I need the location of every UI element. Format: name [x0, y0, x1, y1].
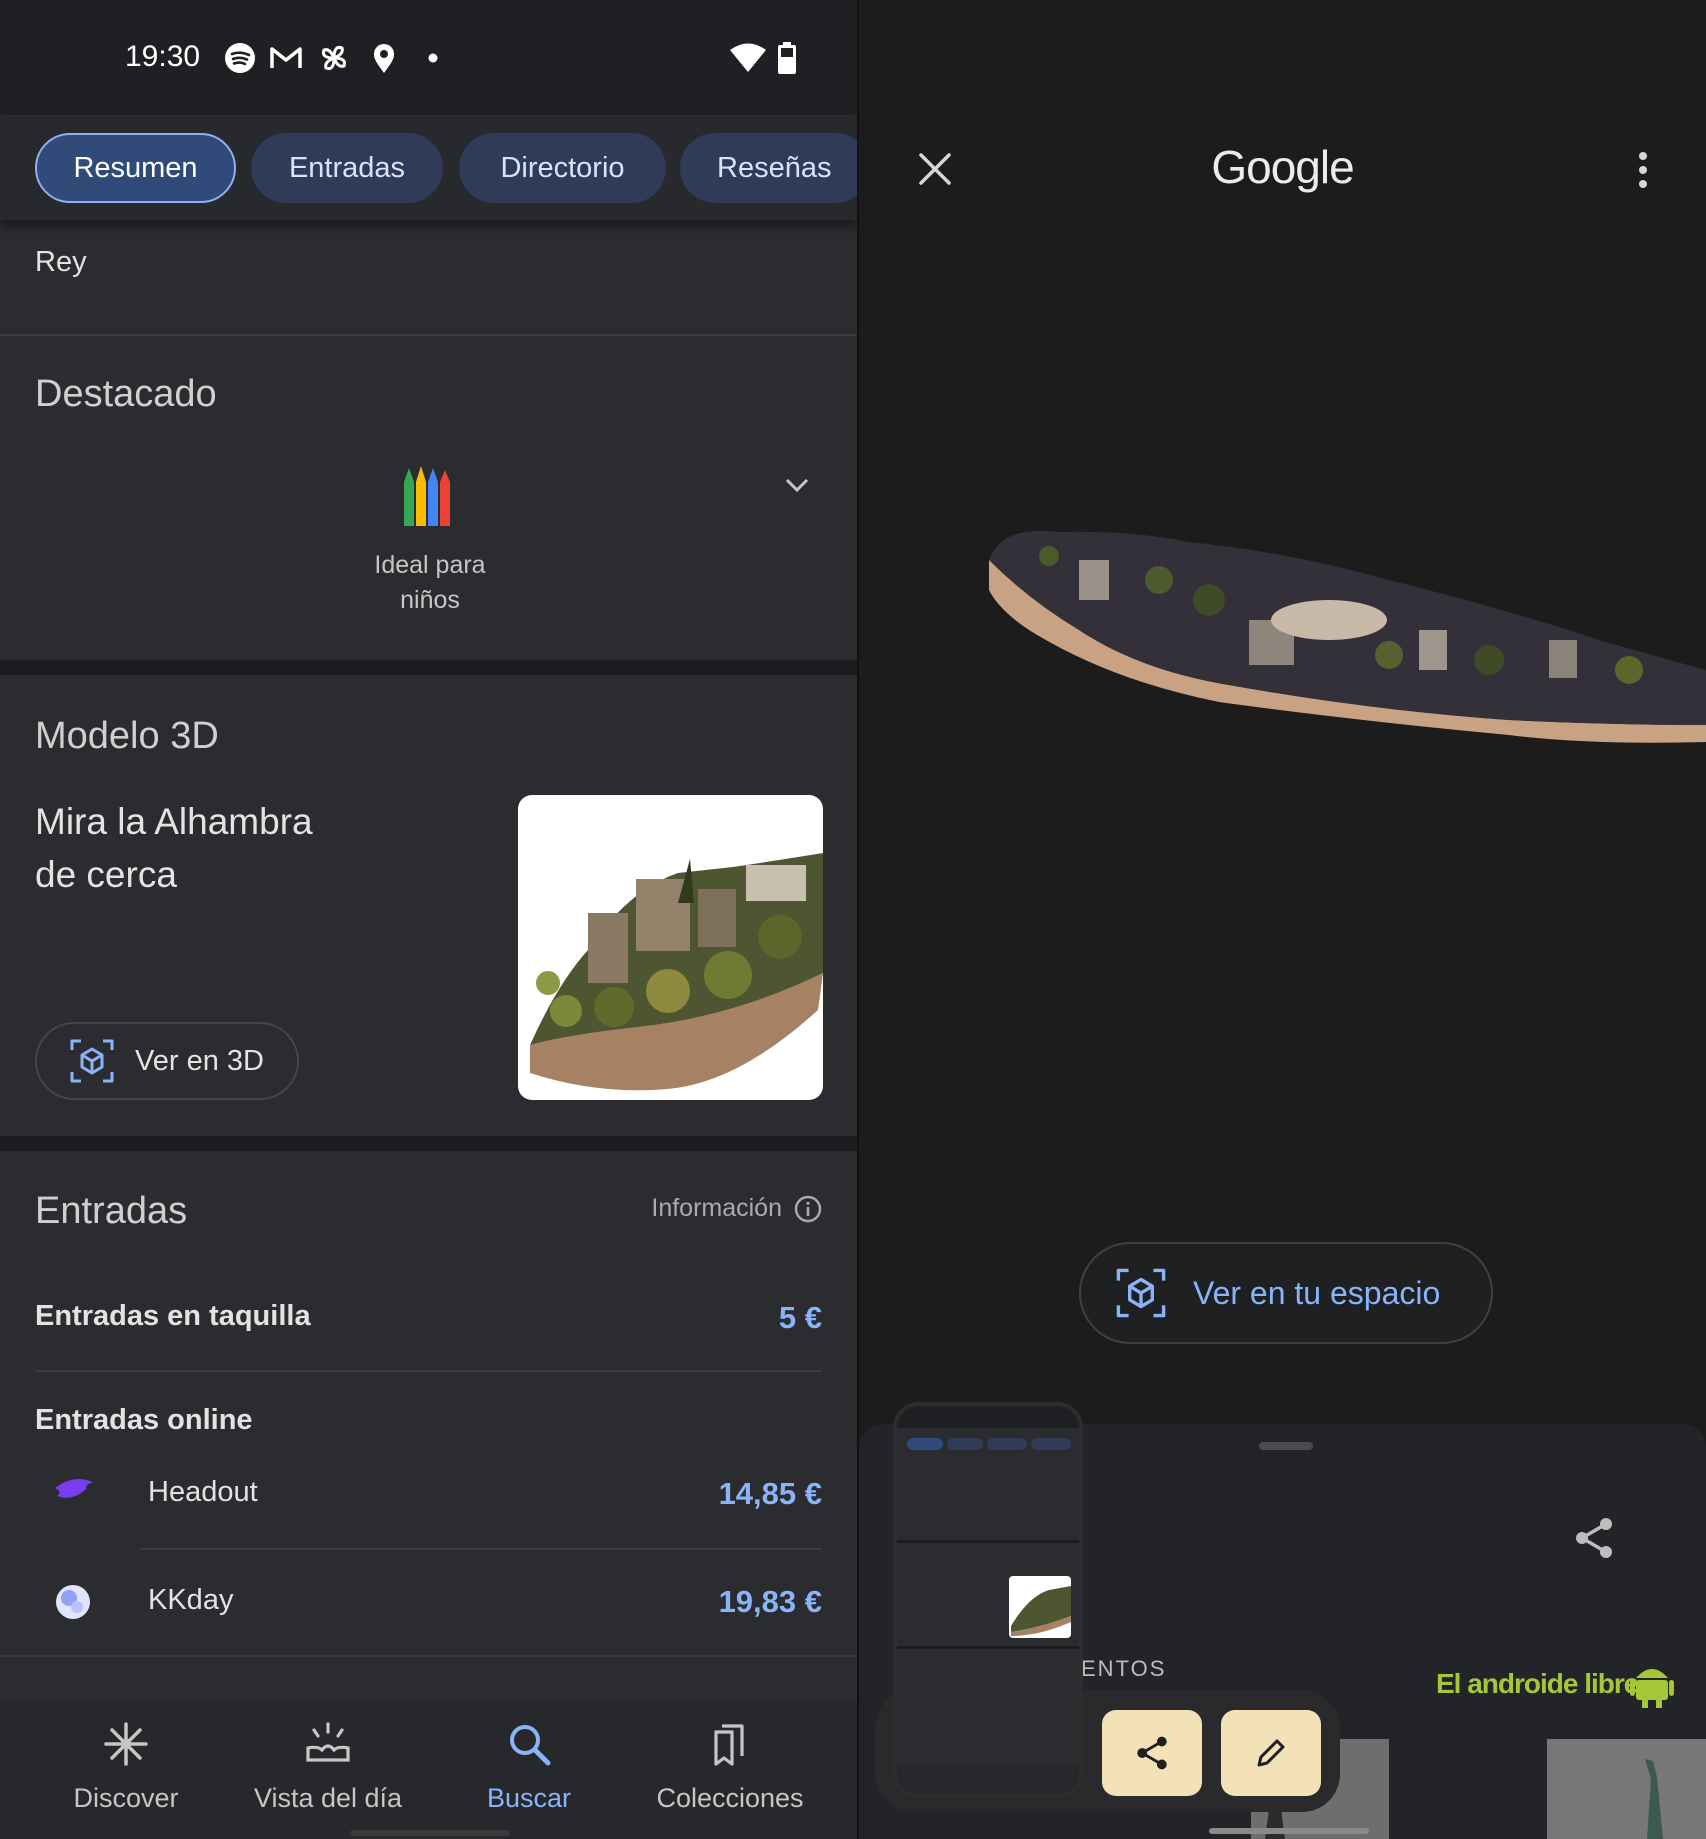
statue-of-liberty-image [1645, 1759, 1663, 1839]
entradas-heading: Entradas [35, 1190, 188, 1232]
ver-en-3d-label: Ver en 3D [135, 1044, 264, 1077]
watermark-text: El androide libre [1436, 1668, 1639, 1699]
screenshot-share-button[interactable] [1102, 1710, 1202, 1796]
modelo3d-description: Mira la Alhambra de cerca [35, 795, 313, 901]
bottom-navigation: Discover Vista del día Buscar Coleccione… [0, 1700, 857, 1839]
alhambra-model-image [530, 853, 823, 1091]
gmail-icon [270, 47, 302, 68]
screenshot-edit-button[interactable] [1221, 1710, 1321, 1796]
ver-en-tu-espacio-button[interactable]: Ver en tu espacio [1079, 1242, 1493, 1344]
kkday-name: KKday [148, 1584, 234, 1616]
status-bar: 19:30 [0, 0, 857, 115]
provider-row-kkday[interactable]: KKday 19,83 € [0, 1550, 857, 1655]
preview-thumb [1009, 1576, 1071, 1638]
destacado-badge-label: Ideal para niños [330, 548, 530, 618]
gesture-bar [350, 1830, 510, 1836]
modelo3d-heading: Modelo 3D [35, 715, 219, 757]
kkday-logo [56, 1585, 90, 1619]
kkday-price: 19,83 € [718, 1584, 822, 1619]
asterisk-icon [104, 1722, 148, 1766]
notification-dot-icon [428, 53, 438, 63]
preview-chip [947, 1438, 983, 1450]
3d-cube-icon [70, 1039, 114, 1083]
badge-line-1: Ideal para [374, 551, 486, 579]
preview-chip [907, 1438, 943, 1450]
left-panel: 19:30 Resumen Entradas Directorio Reseña… [0, 0, 857, 1839]
destacado-heading: Destacado [35, 373, 217, 415]
tab-resumen[interactable]: Resumen [35, 133, 236, 203]
info-icon [794, 1195, 822, 1222]
wifi-icon [730, 43, 766, 72]
spotify-icon [225, 43, 255, 73]
nav-buscar[interactable]: Buscar [449, 1720, 609, 1814]
online-heading: Entradas online [35, 1404, 253, 1436]
preview-nav [897, 1766, 1079, 1794]
headout-logo [55, 1479, 93, 1498]
nav-colecciones[interactable]: Colecciones [650, 1720, 810, 1814]
pinwheel-icon [322, 46, 346, 70]
screenshot-preview-thumbnail[interactable] [893, 1402, 1083, 1798]
preview-status [897, 1406, 1079, 1428]
location-pin-icon [374, 44, 394, 73]
badge-line-2: niños [400, 586, 460, 614]
nav-discover-label: Discover [73, 1783, 179, 1813]
provider-row-headout[interactable]: Headout 14,85 € [0, 1442, 857, 1547]
google-logo: Google [1211, 141, 1354, 193]
preview-chip [1031, 1438, 1071, 1450]
taquilla-label: Entradas en taquilla [35, 1300, 311, 1332]
section-heading-partial: ENTOS [1081, 1656, 1167, 1681]
preview-band [897, 1646, 1079, 1649]
ver-en-3d-button[interactable]: Ver en 3D [35, 1022, 299, 1100]
battery-icon [778, 42, 796, 74]
share-icon[interactable] [1572, 1516, 1616, 1560]
more-options-icon[interactable] [1637, 150, 1649, 190]
headout-price: 14,85 € [718, 1476, 822, 1511]
modelo3d-line-2: de cerca [35, 854, 177, 895]
tab-entradas[interactable]: Entradas [251, 133, 443, 203]
pencil-icon [1257, 1739, 1285, 1767]
alhambra-3d-thumbnail[interactable] [518, 795, 823, 1100]
search-icon [510, 1725, 551, 1766]
nav-colecciones-label: Colecciones [656, 1783, 804, 1813]
bookmarks-icon [714, 1724, 744, 1766]
dropdown-value: Rey [35, 246, 87, 278]
preview-chip [987, 1438, 1027, 1450]
android-robot-icon [1630, 1669, 1674, 1708]
tab-resenas[interactable]: Reseñas [680, 133, 857, 203]
chevron-down-icon [785, 478, 809, 493]
crayons-icon [404, 466, 450, 526]
dropdown-row[interactable]: Rey [0, 220, 857, 493]
gesture-bar-right [1209, 1828, 1369, 1834]
sheet-handle[interactable] [1259, 1442, 1313, 1450]
nav-vista-label: Vista del día [253, 1783, 403, 1813]
nav-vista-del-dia[interactable]: Vista del día [248, 1720, 408, 1814]
nav-discover[interactable]: Discover [46, 1720, 206, 1814]
share-icon [1137, 1736, 1167, 1770]
preview-content [897, 1406, 1079, 1794]
modelo3d-line-1: Mira la Alhambra [35, 801, 313, 842]
alhambra-3d-model[interactable] [989, 520, 1706, 750]
watermark-el-androide-libre: El androide libre [1436, 1668, 1674, 1708]
preview-model [1011, 1586, 1071, 1636]
headout-name: Headout [148, 1476, 258, 1508]
status-time: 19:30 [125, 40, 201, 73]
informacion-label: Información [651, 1194, 782, 1222]
taquilla-price: 5 € [778, 1300, 822, 1335]
informacion-link[interactable]: Información [651, 1194, 822, 1223]
preview-band [897, 1540, 1079, 1543]
tab-bar: Resumen Entradas Directorio Reseñas [0, 115, 857, 220]
sunrise-icon [306, 1722, 350, 1762]
statue-of-liberty-thumbnail[interactable] [1547, 1739, 1706, 1839]
tab-directorio[interactable]: Directorio [459, 133, 666, 203]
ver-en-tu-espacio-label: Ver en tu espacio [1193, 1274, 1441, 1311]
nav-buscar-label: Buscar [486, 1783, 572, 1813]
ar-cube-icon [1116, 1268, 1166, 1318]
